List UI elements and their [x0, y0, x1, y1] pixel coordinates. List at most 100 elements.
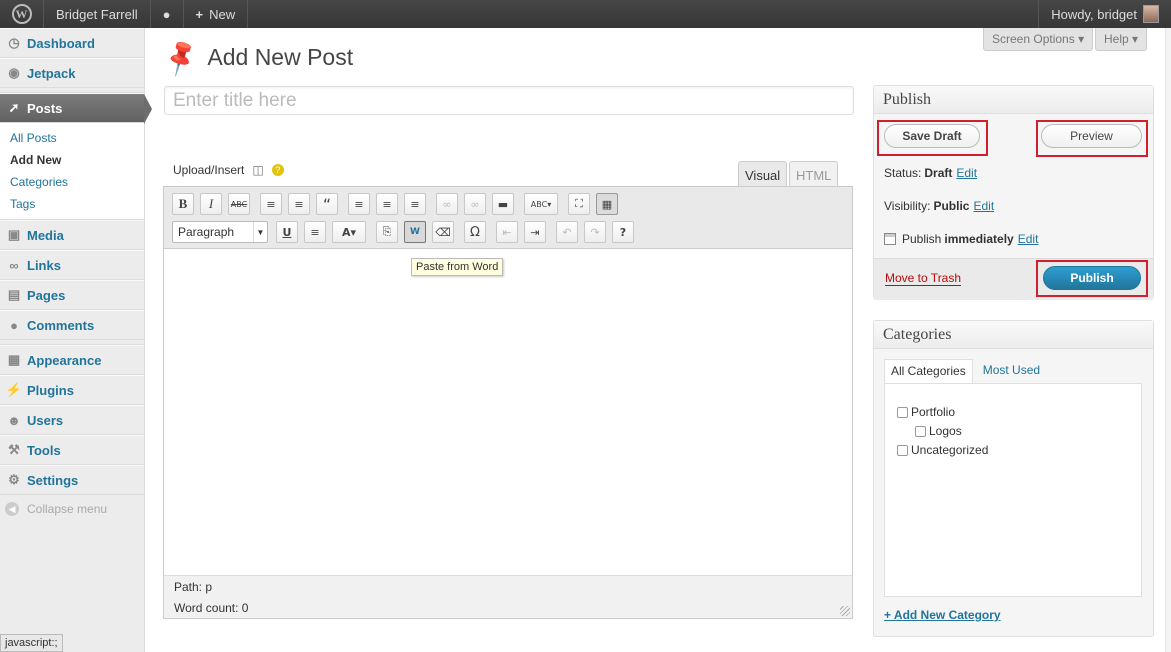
clear-formatting-icon[interactable]: ⌫: [432, 221, 454, 243]
category-checklist: Portfolio Logos Uncategorized: [884, 383, 1142, 597]
wordpress-logo-icon[interactable]: W: [0, 0, 44, 28]
users-icon: ☻: [7, 412, 21, 428]
site-name-link[interactable]: Bridget Farrell: [44, 0, 151, 28]
align-center-icon[interactable]: ≡: [376, 193, 398, 215]
visibility-row: Visibility: Public Edit: [884, 199, 995, 213]
collapse-menu-button[interactable]: ◀ Collapse menu: [0, 495, 144, 523]
comments-icon[interactable]: ●: [151, 0, 184, 28]
redo-icon[interactable]: ↷: [584, 221, 606, 243]
format-select[interactable]: Paragraph ▼: [172, 221, 268, 243]
tab-all-categories[interactable]: All Categories: [884, 359, 973, 383]
account-menu[interactable]: Howdy, bridget: [1038, 0, 1171, 28]
chevron-down-icon: ▾: [1132, 32, 1139, 46]
categories-tabs: All Categories Most Used: [884, 359, 1046, 383]
categories-box-title: Categories: [874, 321, 1153, 349]
pages-icon: ▤: [7, 287, 21, 302]
publish-box: Publish Save Draft Preview Status: Draft E…: [873, 85, 1154, 300]
settings-icon: ⚙: [8, 472, 20, 487]
howdy-text: Howdy, bridget: [1051, 6, 1137, 22]
justify-icon[interactable]: ≡: [304, 221, 326, 243]
post-content-editor[interactable]: B I ABC ≡ ≡ “ ≡ ≡ ≡ ∞ ∞ ▬ ABC▾ ⛶ ▦ Parag…: [163, 186, 853, 619]
edit-status-link[interactable]: Edit: [956, 166, 977, 180]
add-poll-icon[interactable]: ?: [271, 164, 284, 176]
screen-options-button[interactable]: Screen Options ▾: [983, 28, 1094, 51]
path-element[interactable]: p: [205, 580, 212, 594]
add-media-icon[interactable]: ◫: [252, 163, 263, 177]
align-right-icon[interactable]: ≡: [404, 193, 426, 215]
special-character-icon[interactable]: Ω: [464, 221, 486, 243]
sidebar-item-media[interactable]: ▣ Media: [0, 220, 144, 250]
browser-status-bar: javascript:;: [0, 634, 63, 652]
sidebar-item-posts[interactable]: ➚ Posts: [0, 93, 152, 124]
kitchen-sink-icon[interactable]: ▦: [596, 193, 618, 215]
tooltip: Paste from Word: [411, 258, 504, 276]
underline-icon[interactable]: U: [276, 221, 298, 243]
admin-sidebar: ◷ Dashboard ◉ Jetpack ➚ Posts All Posts Add…: [0, 28, 152, 652]
checkbox[interactable]: [897, 444, 908, 456]
move-to-trash-link[interactable]: Move to Trash: [885, 271, 962, 286]
sidebar-item-links[interactable]: ∞ Links: [0, 250, 144, 280]
paste-from-word-icon[interactable]: W: [404, 221, 426, 243]
indent-icon[interactable]: ⇥: [524, 221, 546, 243]
help-button[interactable]: Help ▾: [1095, 28, 1148, 51]
sidebar-item-settings[interactable]: ⚙ Settings: [0, 465, 144, 495]
italic-icon[interactable]: I: [200, 193, 222, 215]
tab-most-used[interactable]: Most Used: [977, 359, 1046, 383]
submenu-categories[interactable]: Categories: [0, 171, 144, 193]
sidebar-item-pages[interactable]: ▤ Pages: [0, 280, 144, 310]
resize-handle[interactable]: [840, 606, 850, 616]
paste-text-icon[interactable]: ⎘: [376, 221, 398, 243]
bold-icon[interactable]: B: [172, 193, 194, 215]
tools-icon: ⚒: [8, 442, 20, 457]
new-content-menu[interactable]: + New: [184, 0, 249, 28]
edit-visibility-link[interactable]: Edit: [973, 199, 994, 213]
toolbar-row-1: B I ABC ≡ ≡ “ ≡ ≡ ≡ ∞ ∞ ▬ ABC▾ ⛶ ▦: [172, 193, 624, 215]
outdent-icon[interactable]: ⇤: [496, 221, 518, 243]
post-title-input[interactable]: Enter title here: [164, 86, 854, 115]
editor-footer: Path: p Word count: 0: [164, 575, 852, 618]
status-value: Draft: [924, 166, 953, 180]
submenu-all-posts[interactable]: All Posts: [0, 127, 144, 149]
spellcheck-icon[interactable]: ABC▾: [524, 193, 558, 215]
submenu-tags[interactable]: Tags: [0, 193, 144, 215]
visibility-value: Public: [933, 199, 970, 213]
sidebar-item-plugins[interactable]: ⚡ Plugins: [0, 375, 144, 405]
list-item: Portfolio: [897, 405, 955, 419]
more-tag-icon[interactable]: ▬: [492, 193, 514, 215]
add-new-category-link[interactable]: + Add New Category: [884, 608, 1001, 622]
align-left-icon[interactable]: ≡: [348, 193, 370, 215]
text-color-icon[interactable]: A▾: [332, 221, 366, 243]
bullet-list-icon[interactable]: ≡: [260, 193, 282, 215]
categories-box: Categories All Categories Most Used Port…: [873, 320, 1154, 637]
sidebar-item-appearance[interactable]: ▦ Appearance: [0, 345, 144, 375]
sidebar-item-jetpack[interactable]: ◉ Jetpack: [0, 58, 144, 88]
checkbox[interactable]: [915, 425, 926, 437]
sidebar-item-dashboard[interactable]: ◷ Dashboard: [0, 28, 144, 58]
admin-bar: W Bridget Farrell ● + New Howdy, bridget: [0, 0, 1171, 28]
numbered-list-icon[interactable]: ≡: [288, 193, 310, 215]
insert-link-icon[interactable]: ∞: [436, 193, 458, 215]
undo-icon[interactable]: ↶: [556, 221, 578, 243]
fullscreen-icon[interactable]: ⛶: [568, 193, 590, 215]
page-title: Add New Post: [207, 44, 354, 70]
tab-visual[interactable]: Visual: [738, 161, 788, 188]
help-icon[interactable]: ?: [612, 221, 634, 243]
submenu-add-new[interactable]: Add New: [0, 149, 144, 171]
jetpack-icon: ◉: [8, 65, 20, 80]
strikethrough-icon[interactable]: ABC: [228, 193, 250, 215]
sidebar-item-comments[interactable]: ● Comments: [0, 310, 144, 340]
blockquote-icon[interactable]: “: [316, 193, 338, 215]
plugins-icon: ⚡: [5, 382, 23, 397]
sidebar-item-tools[interactable]: ⚒ Tools: [0, 435, 144, 465]
word-count: Word count: 0: [174, 601, 249, 615]
checkbox[interactable]: [897, 406, 908, 418]
edit-schedule-link[interactable]: Edit: [1018, 232, 1039, 246]
sidebar-item-users[interactable]: ☻ Users: [0, 405, 144, 435]
unlink-icon[interactable]: ∞: [464, 193, 486, 215]
appearance-icon: ▦: [7, 352, 21, 367]
window-scrollbar[interactable]: [1165, 28, 1171, 652]
tab-html[interactable]: HTML: [789, 161, 839, 188]
status-row: Status: Draft Edit: [884, 166, 978, 180]
chevron-down-icon: ▾: [1078, 32, 1085, 46]
format-select-value: Paragraph: [178, 225, 235, 239]
